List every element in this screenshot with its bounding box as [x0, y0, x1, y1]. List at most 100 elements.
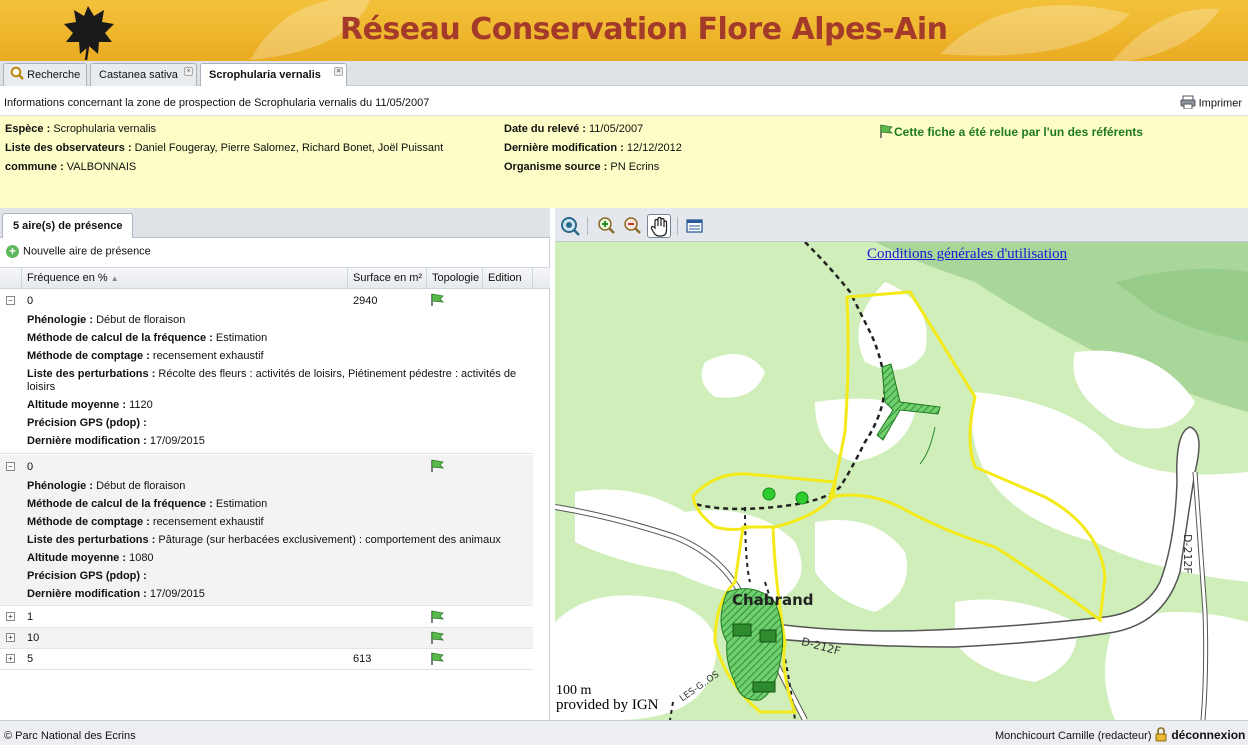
detail-phenology: Phénologie : Début de floraison	[27, 480, 186, 492]
print-label: Imprimer	[1198, 97, 1242, 110]
close-icon[interactable]: ×	[334, 67, 343, 76]
tab-scrophularia[interactable]: Scrophularia vernalis ×	[200, 63, 347, 87]
panel-tab-bar: 5 aire(s) de présence	[0, 208, 550, 238]
commune-line: commune : VALBONNAIS	[5, 161, 137, 173]
pan-hand-icon[interactable]	[647, 214, 671, 238]
printer-icon	[1180, 95, 1196, 110]
topology-flag-icon[interactable]	[430, 293, 444, 306]
row-frequency: 0	[27, 295, 34, 307]
source-line: Organisme source : PN Ecrins	[504, 161, 660, 173]
tab-search[interactable]: Recherche	[3, 63, 87, 86]
row-frequency: 10	[27, 632, 40, 644]
column-header-surface[interactable]: Surface en m²	[348, 268, 427, 289]
flag-icon	[880, 124, 894, 139]
topology-flag-icon[interactable]	[430, 610, 444, 623]
tab-label: Recherche	[27, 69, 81, 81]
tab-castanea[interactable]: Castanea sativa ×	[90, 63, 197, 86]
record-summary: Espèce : Scrophularia vernalis Liste des…	[0, 116, 1248, 208]
tab-presence-areas[interactable]: 5 aire(s) de présence	[2, 213, 134, 238]
observation-point-marker[interactable]	[762, 487, 776, 501]
close-icon[interactable]: ×	[184, 67, 193, 76]
map-view[interactable]: Conditions générales d'utilisation Chabr…	[555, 242, 1248, 720]
row-surface: 613	[353, 653, 372, 665]
row-details: Phénologie : Début de floraison Méthode …	[27, 314, 527, 453]
row-frequency: 0	[27, 461, 34, 473]
logout-button[interactable]: déconnexion	[1154, 727, 1245, 742]
map-attribution: provided by IGN	[556, 697, 659, 713]
lock-icon	[1155, 727, 1167, 742]
grid-header: Fréquence en % ▲ Surface en m² Topologie…	[0, 267, 550, 289]
print-button[interactable]: Imprimer	[1180, 95, 1242, 112]
building-marker	[752, 681, 776, 693]
expand-icon[interactable]: +	[6, 654, 15, 663]
toolbar-separator	[587, 217, 588, 235]
detail-count-method: Méthode de comptage : recensement exhaus…	[27, 350, 264, 362]
map-road-label: D-212F	[1181, 534, 1194, 574]
column-header-frequency[interactable]: Fréquence en % ▲	[22, 268, 348, 289]
collapse-icon[interactable]: −	[6, 462, 15, 471]
grid-header-expander	[0, 268, 22, 289]
tab-bar: Recherche Castanea sativa × Scrophularia…	[0, 61, 1248, 87]
row-frequency: 5	[27, 653, 34, 665]
detail-count-method: Méthode de comptage : recensement exhaus…	[27, 516, 264, 528]
observers-line: Liste des observateurs : Daniel Fougeray…	[5, 142, 444, 154]
detail-gps-precision: Précision GPS (pdop) :	[27, 417, 147, 429]
detail-frequency-method: Méthode de calcul de la fréquence : Esti…	[27, 498, 268, 510]
map-place-label: Chabrand	[732, 591, 814, 609]
status-bar: © Parc National des Ecrins Monchicourt C…	[0, 720, 1248, 745]
detail-altitude: Altitude moyenne : 1080	[27, 552, 154, 564]
new-area-label: Nouvelle aire de présence	[23, 245, 151, 258]
new-area-button[interactable]: + Nouvelle aire de présence	[6, 245, 151, 258]
detail-gps-precision: Précision GPS (pdop) :	[27, 570, 147, 582]
last-modified-line: Dernière modification : 12/12/2012	[504, 142, 682, 154]
search-icon	[10, 66, 24, 80]
collapse-icon[interactable]: −	[6, 296, 15, 305]
expand-icon[interactable]: +	[6, 612, 15, 621]
detail-phenology: Phénologie : Début de floraison	[27, 314, 186, 326]
topology-flag-icon[interactable]	[430, 652, 444, 665]
observation-point-marker[interactable]	[795, 491, 809, 505]
current-user: Monchicourt Camille (redacteur)	[995, 730, 1152, 742]
map-toolbar	[555, 208, 1248, 242]
topology-flag-icon[interactable]	[430, 459, 444, 472]
toolbar-separator	[677, 217, 678, 235]
table-row[interactable]: + 5 613	[0, 649, 533, 670]
logo-icon	[64, 6, 114, 60]
app-title: Réseau Conservation Flore Alpes-Ain	[340, 12, 948, 47]
detail-altitude: Altitude moyenne : 1120	[27, 399, 153, 411]
building-marker	[759, 629, 777, 643]
sort-asc-icon: ▲	[110, 274, 119, 283]
info-line: Informations concernant la zone de prosp…	[0, 86, 1248, 116]
row-details: Phénologie : Début de floraison Méthode …	[27, 480, 527, 606]
topology-flag-icon[interactable]	[430, 631, 444, 644]
terms-link[interactable]: Conditions générales d'utilisation	[867, 246, 1067, 263]
detail-frequency-method: Méthode de calcul de la fréquence : Esti…	[27, 332, 268, 344]
tab-label: Castanea sativa	[99, 69, 178, 81]
map-canvas[interactable]	[555, 242, 1248, 720]
building-marker	[732, 623, 752, 637]
zoom-extent-icon[interactable]	[558, 214, 582, 238]
detail-last-modified: Dernière modification : 17/09/2015	[27, 435, 205, 447]
table-row[interactable]: + 10	[0, 628, 533, 649]
tab-label: Scrophularia vernalis	[209, 69, 321, 81]
species-line: Espèce : Scrophularia vernalis	[5, 123, 157, 135]
table-row[interactable]: − 0 Phénologie : Début de floraison Méth…	[0, 455, 533, 606]
layer-list-icon[interactable]	[683, 214, 707, 238]
info-text: Informations concernant la zone de prosp…	[4, 97, 430, 109]
row-surface: 2940	[353, 295, 378, 307]
expand-icon[interactable]: +	[6, 633, 15, 642]
column-header-topology[interactable]: Topologie	[427, 268, 483, 289]
verified-notice: Cette fiche a été relue par l'un des réf…	[878, 124, 1143, 139]
table-row[interactable]: − 0 2940 Phénologie : Début de floraison…	[0, 289, 533, 454]
leaf-decoration-icon	[940, 5, 1220, 61]
app-banner: Réseau Conservation Flore Alpes-Ain	[0, 0, 1248, 61]
add-icon: +	[6, 245, 19, 258]
detail-disturbances: Liste des perturbations : Récolte des fl…	[27, 368, 517, 393]
row-frequency: 1	[27, 611, 34, 623]
table-row[interactable]: + 1	[0, 607, 533, 628]
zoom-out-icon[interactable]	[621, 214, 645, 238]
column-header-edition[interactable]: Edition	[483, 268, 533, 289]
detail-disturbances: Liste des perturbations : Pâturage (sur …	[27, 534, 501, 546]
zoom-in-icon[interactable]	[595, 214, 619, 238]
date-line: Date du relevé : 11/05/2007	[504, 123, 644, 135]
